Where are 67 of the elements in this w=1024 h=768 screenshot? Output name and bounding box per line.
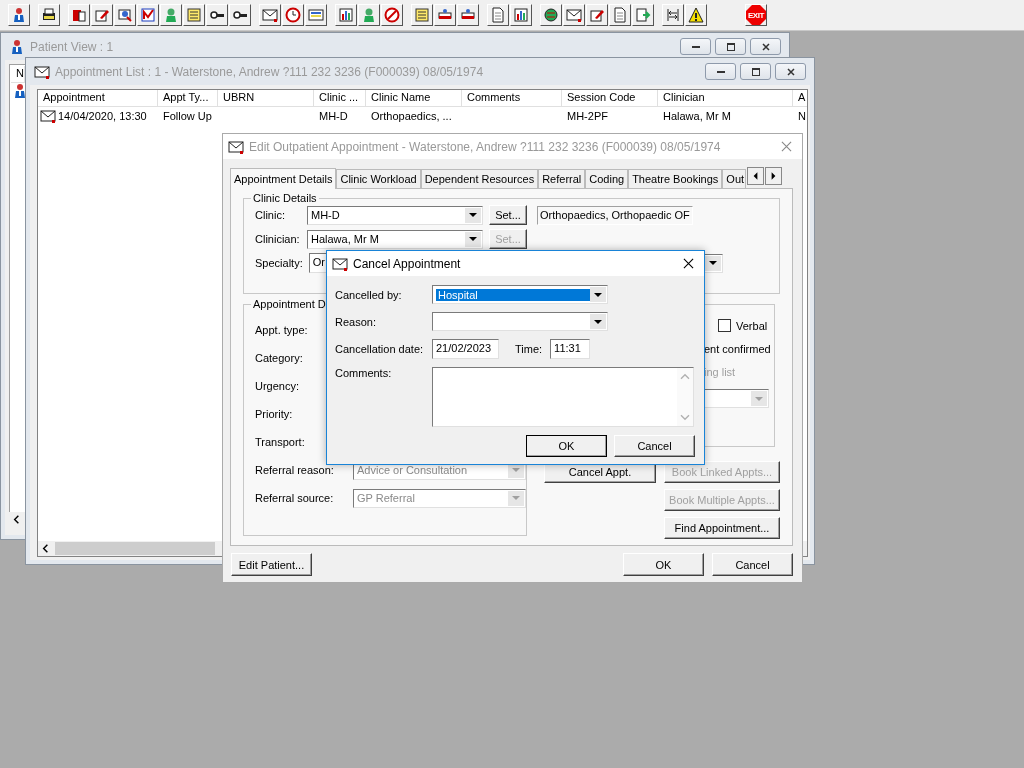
dialog-title: Cancel Appointment bbox=[353, 256, 461, 271]
field-label: Specialty: bbox=[255, 257, 303, 269]
dropdown-field[interactable]: Hospital bbox=[432, 285, 608, 304]
tab[interactable]: Coding bbox=[585, 169, 629, 188]
field-label: Clinician: bbox=[255, 233, 301, 245]
field-label: Appt. type: bbox=[255, 324, 309, 336]
dropdown-field[interactable]: Halawa, Mr M bbox=[307, 229, 483, 249]
window-title: Patient View : 1 bbox=[30, 39, 114, 54]
column-header[interactable]: Session Code bbox=[562, 90, 658, 107]
tab[interactable]: Referral bbox=[538, 169, 586, 188]
dropdown-value: Halawa, Mr M bbox=[311, 233, 379, 245]
field-label: Reason: bbox=[335, 315, 377, 328]
column-header[interactable]: Clinic ... bbox=[314, 90, 366, 107]
field-label: Comments: bbox=[335, 367, 393, 379]
field-label: Clinic: bbox=[255, 209, 286, 221]
table-cell: 14/04/2020, 13:30 bbox=[58, 109, 147, 122]
table-cell: N bbox=[798, 109, 806, 122]
tab[interactable]: Out bbox=[722, 169, 747, 188]
exit-button[interactable]: EXIT bbox=[745, 4, 767, 26]
option-label: ing list bbox=[704, 366, 737, 378]
table-cell: Orthopaedics, ... bbox=[371, 109, 452, 122]
checkbox-label: Verbal bbox=[736, 319, 768, 332]
field-label: Referral reason: bbox=[255, 464, 335, 476]
tab[interactable]: Clinic Workload bbox=[336, 169, 421, 188]
dropdown-value: MH-D bbox=[311, 209, 340, 221]
column-header[interactable]: Clinic Name bbox=[366, 90, 462, 107]
table-cell: MH-D bbox=[319, 109, 348, 122]
field-label: Referral source: bbox=[255, 492, 335, 504]
edit-patient-button[interactable]: Edit Patient... bbox=[231, 553, 312, 576]
column-header[interactable]: A bbox=[793, 90, 807, 107]
group-label: Appointment D bbox=[252, 298, 327, 310]
tab[interactable]: Theatre Bookings bbox=[628, 169, 723, 188]
field-label: Priority: bbox=[255, 408, 294, 420]
column-header[interactable]: Comments bbox=[462, 90, 562, 107]
table-cell: Follow Up bbox=[163, 109, 212, 122]
time-field[interactable]: 11:31 bbox=[550, 339, 591, 359]
cancel-button[interactable]: Cancel bbox=[712, 553, 793, 576]
dropdown-value: Hospital bbox=[436, 288, 590, 301]
window-title: Appointment List : 1 - Waterstone, Andrew ?111 232 3236 (F000039) 08/05/1974 bbox=[55, 64, 484, 79]
ok-button[interactable]: OK bbox=[623, 553, 704, 576]
dropdown-value: GP Referral bbox=[357, 492, 415, 504]
dialog-title: Edit Outpatient Appointment - Waterstone, Andrew ?111 232 3236 (F000039) 08/05/1974 bbox=[249, 139, 721, 154]
table-cell: Halawa, Mr M bbox=[663, 109, 731, 122]
field-label: Cancelled by: bbox=[335, 288, 403, 301]
field-label: Cancellation date: bbox=[335, 343, 425, 355]
cancel-button[interactable]: Cancel bbox=[614, 435, 695, 457]
field-label: Transport: bbox=[255, 436, 306, 448]
option-label: ent confirmed bbox=[704, 343, 772, 355]
column-header[interactable]: N bbox=[11, 66, 25, 83]
dropdown-value: Advice or Consultation bbox=[357, 464, 468, 476]
set-button[interactable]: Set... bbox=[489, 205, 527, 225]
column-header[interactable]: Appointment bbox=[38, 90, 158, 107]
clinic-name-field: Orthopaedics, Orthopaedic OF bbox=[537, 205, 693, 225]
column-header[interactable]: UBRN bbox=[218, 90, 314, 107]
column-header[interactable]: Appt Ty... bbox=[158, 90, 218, 107]
field-label: Time: bbox=[515, 343, 543, 355]
group-label: Clinic Details bbox=[252, 192, 318, 204]
table-cell: MH-2PF bbox=[567, 109, 608, 122]
ok-button[interactable]: OK bbox=[526, 435, 607, 457]
field-label: Category: bbox=[255, 352, 304, 364]
tab[interactable]: Appointment Details bbox=[230, 168, 337, 189]
column-header[interactable]: Clinician bbox=[658, 90, 793, 107]
action-button[interactable]: Find Appointment... bbox=[664, 517, 780, 539]
dropdown-field[interactable]: MH-D bbox=[307, 205, 483, 225]
date-field[interactable]: 21/02/2023 bbox=[432, 339, 499, 359]
tab[interactable]: Dependent Resources bbox=[420, 169, 539, 188]
field-label: Urgency: bbox=[255, 380, 301, 392]
